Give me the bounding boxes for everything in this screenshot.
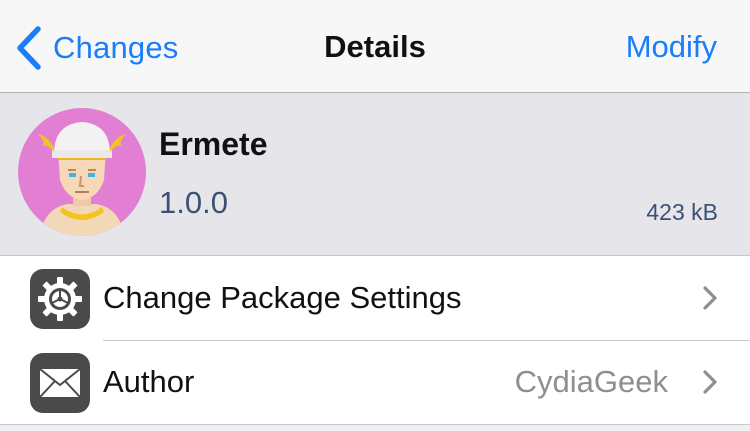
package-avatar: [18, 108, 146, 236]
gear-icon: [30, 269, 90, 329]
list-divider: [0, 424, 750, 425]
modify-button[interactable]: Modify: [626, 29, 717, 65]
row-label: Author: [103, 364, 195, 399]
package-version: 1.0.0: [159, 185, 228, 220]
chevron-right-icon: [703, 286, 717, 310]
author-name: CydiaGeek: [514, 364, 668, 399]
row-label: Change Package Settings: [103, 280, 462, 315]
chevron-right-icon: [703, 370, 717, 394]
package-size: 423 kB: [646, 199, 718, 225]
navigation-bar: Changes Details Modify: [0, 0, 750, 93]
package-header: Ermete 1.0.0 423 kB: [0, 93, 750, 256]
package-name: Ermete: [159, 126, 268, 162]
envelope-icon: [30, 353, 90, 413]
author-row[interactable]: Author CydiaGeek: [0, 340, 750, 424]
details-list: Change Package Settings Author CydiaGeek: [0, 256, 750, 424]
change-package-settings-row[interactable]: Change Package Settings: [0, 256, 750, 340]
